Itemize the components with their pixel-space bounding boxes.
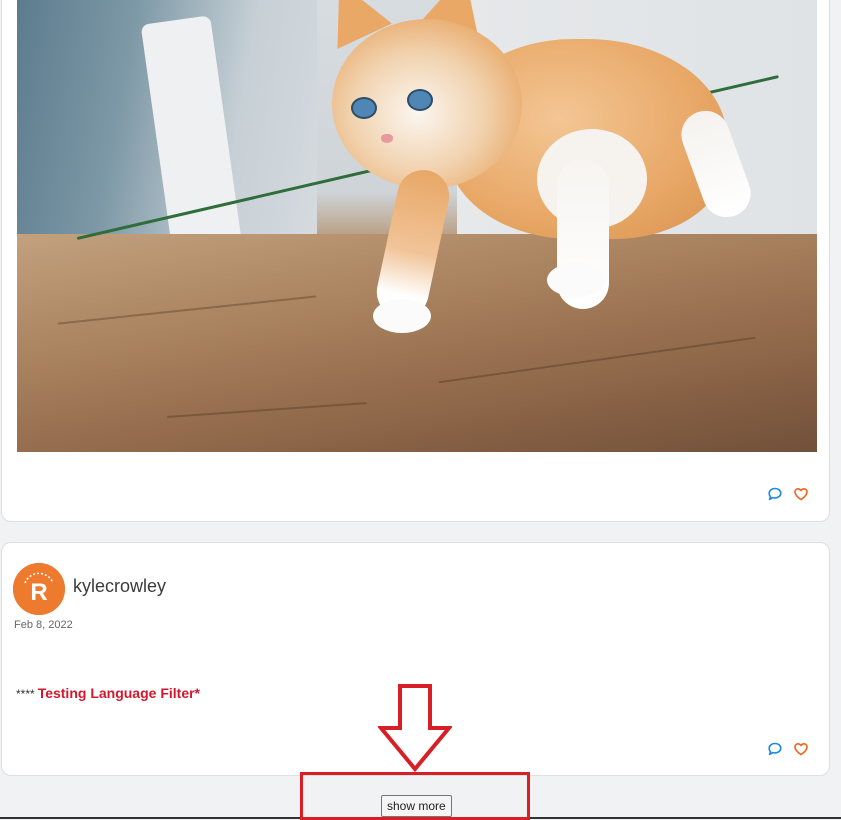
post-actions bbox=[767, 486, 809, 502]
comment-icon[interactable] bbox=[767, 486, 783, 502]
kitten-paw bbox=[373, 299, 431, 333]
kitten-eye bbox=[407, 89, 433, 111]
kitten-eye bbox=[351, 97, 377, 119]
heart-icon[interactable] bbox=[793, 741, 809, 757]
post-actions bbox=[767, 741, 809, 757]
annotation-highlight-box bbox=[300, 772, 530, 820]
kitten-nose bbox=[381, 134, 393, 143]
heart-icon[interactable] bbox=[793, 486, 809, 502]
avatar-logo: R bbox=[13, 563, 65, 615]
kitten-paw bbox=[547, 263, 605, 297]
post-date: Feb 8, 2022 bbox=[14, 619, 73, 631]
post-message: Testing Language Filter* bbox=[37, 685, 200, 701]
avatar-letter: R bbox=[30, 579, 47, 606]
username[interactable]: kylecrowley bbox=[73, 576, 166, 597]
avatar[interactable]: R bbox=[13, 563, 65, 615]
post-body: **** Testing Language Filter* bbox=[16, 685, 200, 701]
censored-text: **** bbox=[16, 687, 35, 701]
annotation-arrow-icon bbox=[378, 684, 452, 773]
post-card bbox=[1, 0, 830, 522]
comment-icon[interactable] bbox=[767, 741, 783, 757]
post-image[interactable] bbox=[17, 0, 817, 452]
